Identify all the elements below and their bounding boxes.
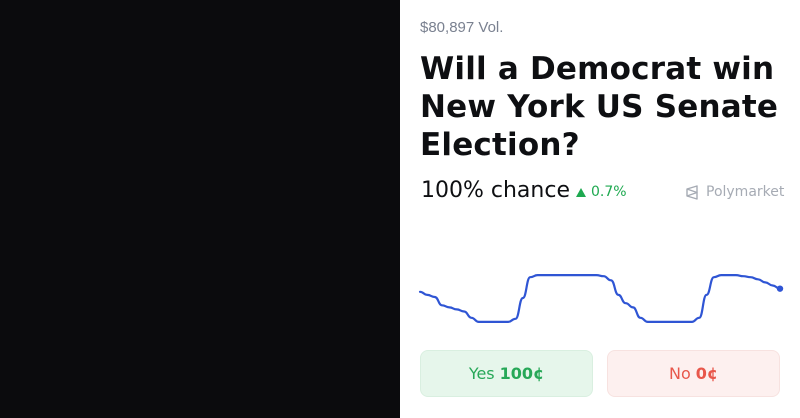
current-price-dot [776, 285, 784, 292]
price-line [418, 274, 782, 323]
dark-background-pane [0, 0, 400, 418]
buy-no-button[interactable]: No 0¢ [607, 350, 780, 397]
polymarket-brand[interactable]: Polymarket [685, 184, 784, 200]
yes-label: Yes [468, 364, 495, 383]
market-card[interactable]: $80,897 Vol. Will a Democrat win New Yor… [400, 0, 800, 418]
market-question-title[interactable]: Will a Democrat win New York US Senate E… [420, 50, 790, 164]
change-value: 0.7% [591, 184, 627, 200]
brand-name: Polymarket [706, 184, 785, 200]
buy-yes-button[interactable]: Yes 100¢ [420, 350, 593, 397]
yes-price: 100¢ [499, 364, 545, 383]
triangle-up-icon [576, 187, 586, 197]
change-indicator: 0.7% [576, 184, 627, 200]
volume-label: $80,897 Vol. [420, 19, 504, 36]
polymarket-logo-icon [686, 184, 698, 200]
chance-percent: 100% chance [421, 178, 570, 203]
no-label: No [668, 364, 691, 383]
no-price: 0¢ [695, 364, 719, 383]
price-history-chart [418, 274, 784, 323]
